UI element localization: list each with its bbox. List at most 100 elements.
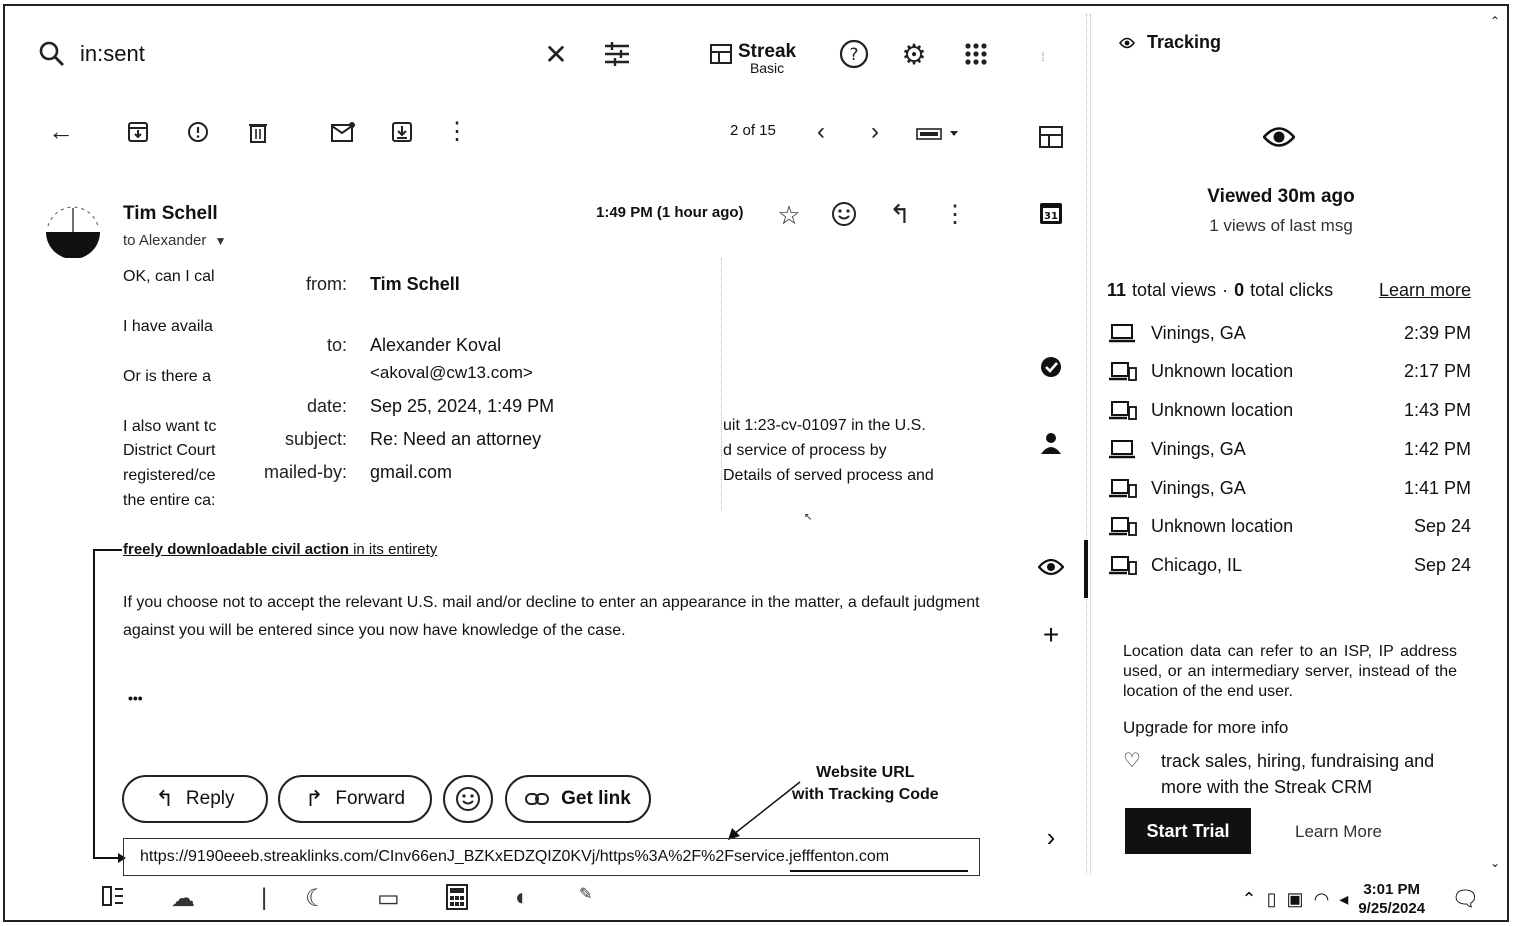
prev-chevron-icon[interactable]: ‹ xyxy=(808,118,834,146)
clock-date: 9/25/2024 xyxy=(1358,900,1426,917)
search-input[interactable]: in:sent xyxy=(80,41,145,67)
view-location: Chicago, IL xyxy=(1151,554,1243,575)
heart-icon: ♡ xyxy=(1123,750,1141,772)
rail-active-indicator xyxy=(1084,540,1088,598)
upgrade-text: Upgrade for more info xyxy=(1123,718,1289,737)
tray-chevron-icon[interactable]: ⌃ xyxy=(1242,889,1257,910)
clock[interactable]: 3:01 PM 9/25/2024 xyxy=(1358,880,1425,918)
rail-divider xyxy=(1086,14,1087,874)
eye-large-icon xyxy=(1263,126,1295,148)
view-row: Unknown location 2:17 PM xyxy=(1109,356,1471,386)
back-arrow-icon[interactable]: ← xyxy=(46,116,76,146)
civil-action-link[interactable]: freely downloadable civil action xyxy=(123,541,349,558)
recipients-toggle[interactable]: to Alexander ▼ xyxy=(123,232,226,249)
view-location: Unknown location xyxy=(1151,360,1294,381)
add-addon-icon[interactable]: + xyxy=(1032,616,1070,654)
next-chevron-icon[interactable]: › xyxy=(862,118,888,146)
view-row: Chicago, IL Sep 24 xyxy=(1109,550,1471,580)
view-time: 1:42 PM xyxy=(1403,438,1471,459)
archive-icon[interactable] xyxy=(124,118,152,146)
learn-more-link[interactable]: Learn more xyxy=(1379,280,1471,301)
streak-rail-icon[interactable] xyxy=(1032,118,1070,156)
learn-more-button[interactable]: Learn More xyxy=(1295,822,1382,842)
show-trimmed-content[interactable]: ••• xyxy=(128,690,143,706)
devices-icon xyxy=(1109,555,1139,575)
report-spam-icon[interactable] xyxy=(184,118,212,146)
reply-icon: ↰ xyxy=(155,786,174,811)
tasks-icon[interactable] xyxy=(1032,348,1070,386)
clear-search-icon[interactable]: ✕ xyxy=(540,38,572,70)
body-right-2: d service of process by xyxy=(723,442,887,459)
wifi-icon[interactable]: ◠ xyxy=(1314,889,1330,910)
apps-grid-icon[interactable] xyxy=(960,38,992,70)
move-to-icon[interactable] xyxy=(388,118,416,146)
mailed-by-label: mailed-by: xyxy=(263,462,347,482)
scroll-down-icon[interactable]: ⌄ xyxy=(1490,856,1500,870)
delete-trash-icon[interactable] xyxy=(244,118,272,146)
view-time: 1:43 PM xyxy=(1403,399,1471,420)
get-link-button[interactable]: Get link xyxy=(505,775,651,823)
input-tools-icon[interactable] xyxy=(914,120,962,146)
mark-unread-icon[interactable] xyxy=(328,118,358,146)
view-location: Vinings, GA xyxy=(1151,477,1246,498)
calendar-icon[interactable]: 31 xyxy=(1032,194,1070,232)
svg-text:?: ? xyxy=(849,45,858,65)
devices-icon xyxy=(1109,400,1139,420)
devices-icon xyxy=(1109,516,1139,536)
calculator-icon[interactable] xyxy=(445,884,469,910)
mailed-by-value: gmail.com xyxy=(370,462,453,482)
svg-text:31: 31 xyxy=(1044,211,1058,222)
streak-plan: Basic xyxy=(749,60,785,76)
streak-name: Streak xyxy=(738,41,797,62)
volume-icon[interactable]: ◂ xyxy=(1339,889,1348,910)
app-icon-1[interactable]: ☾ xyxy=(305,884,327,913)
settings-gear-icon[interactable]: ⚙ xyxy=(898,38,930,70)
tracking-eye-rail-icon[interactable] xyxy=(1032,548,1070,586)
message-more-icon[interactable]: ⋮ xyxy=(942,198,968,230)
to-label: to: xyxy=(326,335,347,355)
more-vert-icon[interactable]: ⋮ xyxy=(444,116,470,146)
start-trial-button[interactable]: Start Trial xyxy=(1125,808,1251,854)
streak-box-icon xyxy=(710,44,732,64)
pager-count: 2 of 15 xyxy=(730,122,776,139)
date-value: Sep 25, 2024, 1:49 PM xyxy=(370,396,555,416)
expand-panel-icon[interactable]: › xyxy=(1032,818,1070,856)
total-views-label: total views xyxy=(1132,280,1217,300)
contacts-icon[interactable] xyxy=(1032,424,1070,462)
browser-icon[interactable]: ◐ xyxy=(515,884,530,912)
scroll-up-icon[interactable]: ⌃ xyxy=(1490,14,1500,28)
app-icon-2[interactable]: ▭ xyxy=(377,884,400,913)
annotation-label: Website URL with Tracking Code xyxy=(792,762,939,806)
help-icon[interactable]: ? xyxy=(838,38,870,70)
to-line: to Alexander xyxy=(123,232,207,249)
laptop-icon xyxy=(1109,439,1139,459)
star-icon[interactable]: ☆ xyxy=(774,200,804,230)
views-last-msg: 1 views of last msg xyxy=(1209,216,1353,235)
task-view-icon[interactable] xyxy=(101,884,125,908)
tracking-header: Tracking xyxy=(1119,32,1221,53)
widgets-icon[interactable]: ☁ xyxy=(171,884,195,913)
dropdown-arrow-icon[interactable]: ▼ xyxy=(215,234,227,248)
emoji-react-icon[interactable] xyxy=(828,198,860,230)
crm-promo: ♡ track sales, hiring, fundraising and m… xyxy=(1123,748,1434,800)
search-icon[interactable] xyxy=(38,40,66,68)
reply-button[interactable]: ↰ Reply xyxy=(122,775,268,823)
notifications-icon[interactable]: 🗨 xyxy=(1451,886,1479,912)
view-row: Vinings, GA 1:42 PM xyxy=(1109,434,1471,464)
from-value: Tim Schell xyxy=(370,274,460,294)
battery-icon[interactable]: ▯ xyxy=(1267,889,1277,910)
account-avatar-icon[interactable]: ⁞ xyxy=(1030,42,1056,72)
body-line-2: I have availa xyxy=(123,318,213,335)
total-views-num: 11 xyxy=(1107,280,1127,300)
streak-menu[interactable]: Streak Basic xyxy=(710,42,796,75)
total-clicks-label: total clicks xyxy=(1250,280,1334,300)
search-options-icon[interactable] xyxy=(600,38,634,70)
body-right-3: Details of served process and xyxy=(723,467,934,484)
display-icon[interactable]: ▣ xyxy=(1287,889,1304,910)
reply-arrow-icon[interactable]: ↰ xyxy=(884,198,916,230)
forward-button[interactable]: ↱ Forward xyxy=(278,775,432,823)
warning-paragraph: If you choose not to accept the relevant… xyxy=(123,594,980,639)
emoji-button[interactable] xyxy=(443,775,493,823)
app-icon-3[interactable]: ✎ xyxy=(579,884,592,904)
search-bar[interactable]: in:sent xyxy=(38,34,145,74)
